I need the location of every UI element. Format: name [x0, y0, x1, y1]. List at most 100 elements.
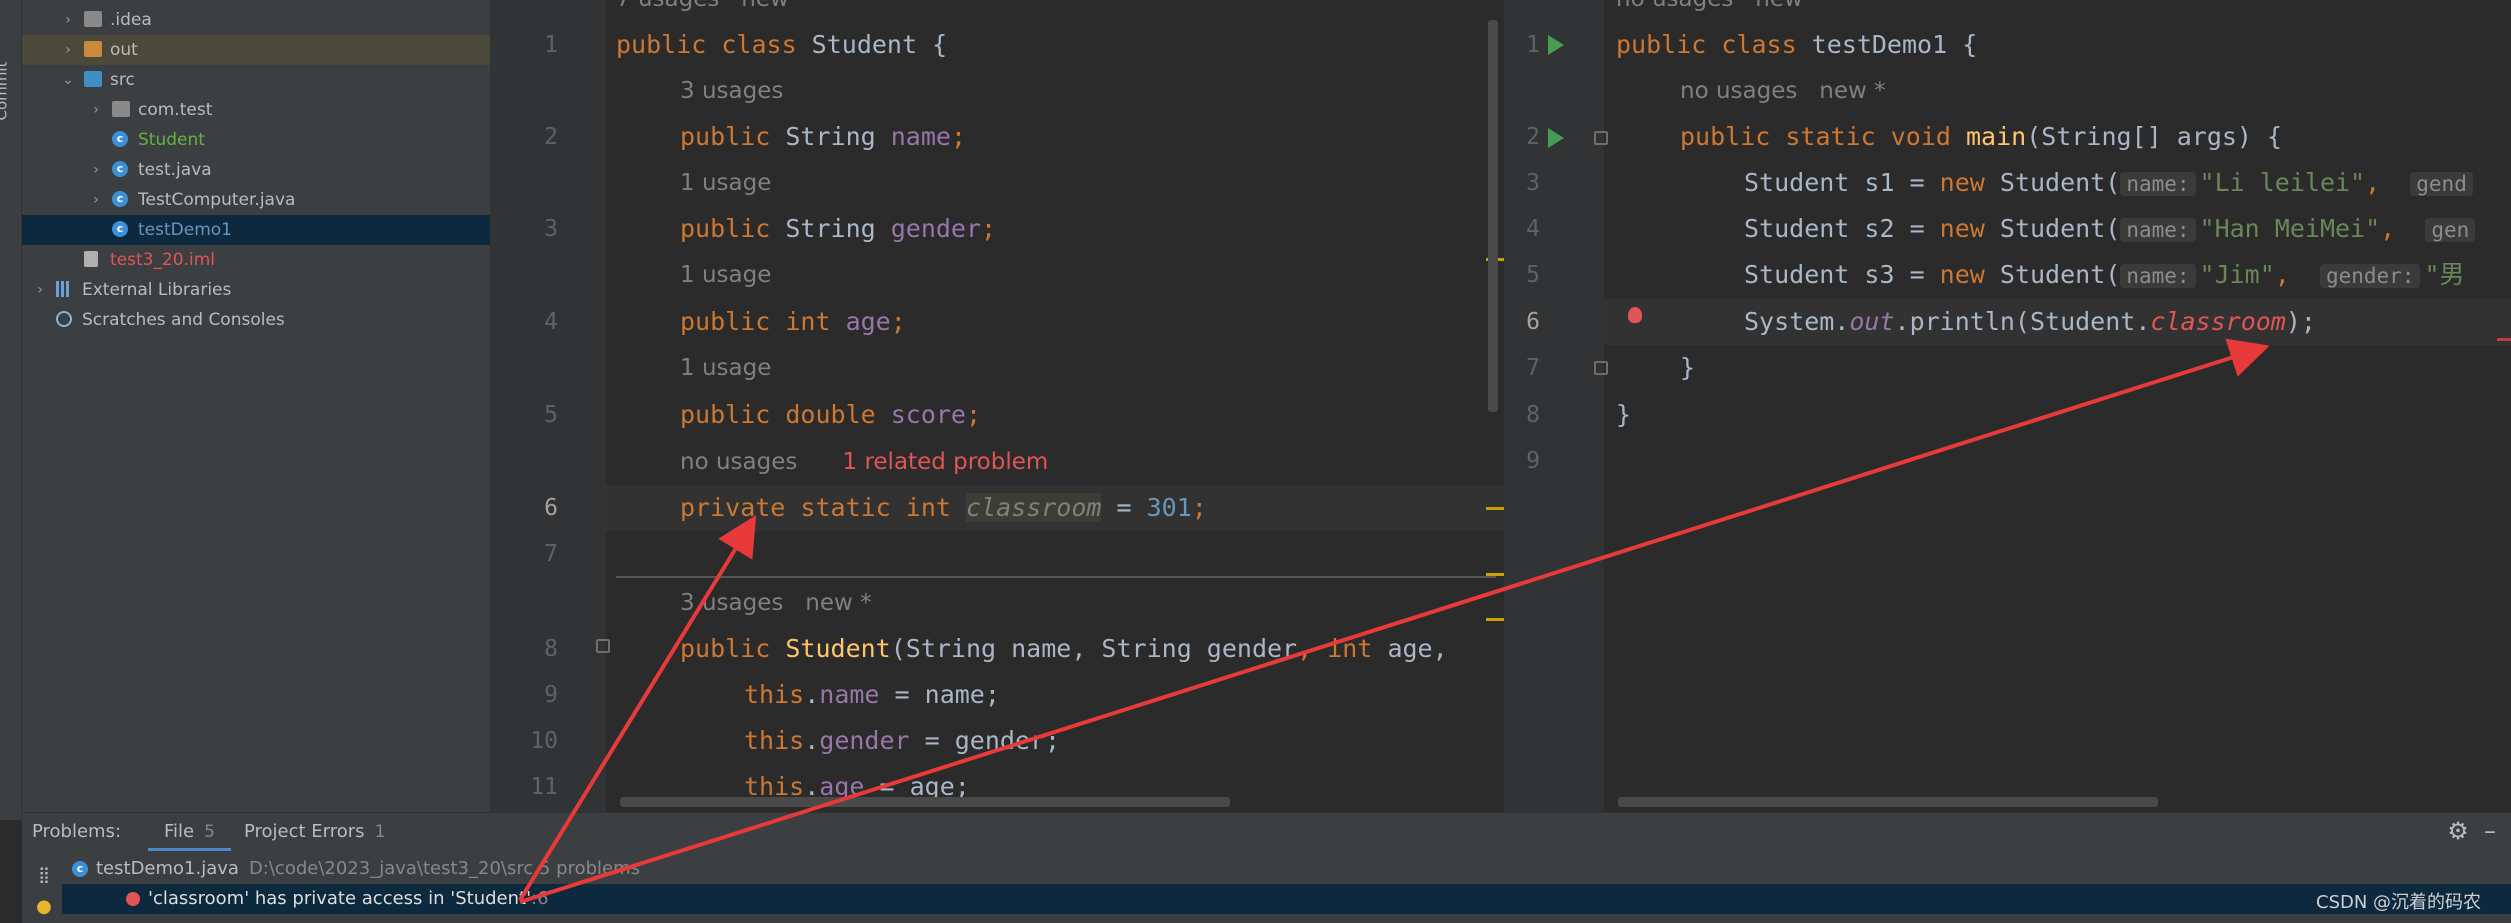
- tree-item[interactable]: › com.test: [22, 95, 490, 125]
- usages-hint[interactable]: no usages new: [1616, 0, 1803, 22]
- tree-item[interactable]: c Student: [22, 125, 490, 155]
- chevron-right-icon[interactable]: ›: [32, 275, 48, 305]
- tree-item[interactable]: › c TestComputer.java: [22, 185, 490, 215]
- chevron-right-icon[interactable]: ›: [88, 95, 104, 125]
- tree-item[interactable]: c testDemo1: [22, 215, 490, 245]
- code-line-3[interactable]: public String gender;: [680, 206, 996, 252]
- semicolon: ;: [965, 400, 982, 429]
- code-line-5[interactable]: Student s3 = new Student(name: "Jim", gen…: [1744, 252, 2465, 298]
- horizontal-scrollbar[interactable]: [620, 797, 1230, 807]
- line-number[interactable]: 7: [518, 531, 558, 577]
- code-line-4[interactable]: Student s2 = new Student(name: "Han MeiMe…: [1744, 206, 2479, 252]
- line-number[interactable]: 7: [1504, 345, 1540, 391]
- usages-hint[interactable]: 1 usage: [680, 252, 771, 298]
- line-number[interactable]: 6: [1504, 299, 1540, 345]
- error-marker[interactable]: [2497, 338, 2511, 341]
- line-number[interactable]: 2: [1504, 114, 1540, 160]
- tree-item[interactable]: test3_20.iml: [22, 245, 490, 275]
- editor-student[interactable]: 7 usages new public class Student { 3 us…: [490, 0, 1504, 812]
- vertical-scrollbar[interactable]: [1488, 20, 1498, 412]
- line-number[interactable]: 8: [518, 626, 558, 672]
- warning-marker[interactable]: [1486, 618, 1504, 621]
- problems-title: Problems:: [32, 821, 122, 842]
- line-number[interactable]: 5: [1504, 252, 1540, 298]
- field-name: name: [819, 680, 880, 709]
- code-line-6[interactable]: private static int classroom = 301;: [680, 485, 1207, 531]
- tree-item[interactable]: Scratches and Consoles: [22, 305, 490, 335]
- usages-hint[interactable]: 3 usages: [680, 68, 783, 114]
- line-number[interactable]: 1: [1504, 22, 1540, 68]
- code-line-3[interactable]: Student s1 = new Student(name: "Li leilei…: [1744, 160, 2477, 206]
- line-number[interactable]: 10: [518, 718, 558, 764]
- horizontal-scrollbar[interactable]: [1618, 797, 2158, 807]
- code-line-9[interactable]: this.name = name;: [744, 672, 1000, 718]
- line-number[interactable]: 6: [518, 485, 558, 531]
- run-icon[interactable]: [1548, 128, 1564, 148]
- commit-tool-tab[interactable]: Commit: [0, 52, 20, 142]
- chevron-right-icon[interactable]: ›: [60, 35, 76, 65]
- warning-marker[interactable]: [1486, 573, 1504, 576]
- problems-file-row[interactable]: c testDemo1.java D:\code\2023_java\test3_2…: [72, 854, 2511, 884]
- declaration: Student s1 =: [1744, 168, 1940, 197]
- chevron-down-icon[interactable]: ⌄: [60, 65, 76, 95]
- code-line-1[interactable]: public class Student {: [616, 22, 947, 68]
- code-line-1[interactable]: public class testDemo1 {: [1616, 22, 1977, 68]
- usages-hint[interactable]: 7 usages new: [616, 0, 789, 22]
- tree-item[interactable]: › out: [22, 35, 490, 65]
- line-number[interactable]: 11: [518, 764, 558, 810]
- line-number[interactable]: 3: [1504, 160, 1540, 206]
- usages-hint[interactable]: no usages new *: [1680, 68, 1886, 114]
- code-line-8[interactable]: }: [1616, 392, 1631, 438]
- warning-marker[interactable]: [1486, 507, 1504, 510]
- usages-hint-line[interactable]: no usages 1 related problem: [680, 438, 1048, 484]
- usages-hint[interactable]: 1 usage: [680, 160, 771, 206]
- editor-testdemo1[interactable]: no usages new public class testDemo1 { n…: [1504, 0, 2511, 812]
- line-number[interactable]: 2: [518, 114, 558, 160]
- fold-icon[interactable]: [596, 639, 610, 653]
- fold-icon[interactable]: [1594, 361, 1608, 375]
- line-number[interactable]: 5: [518, 392, 558, 438]
- no-usages-hint[interactable]: no usages: [680, 449, 797, 475]
- problems-error-row[interactable]: 'classroom' has private access in 'Stude…: [62, 884, 2511, 914]
- code-line-2[interactable]: public String name;: [680, 114, 966, 160]
- code-line-2[interactable]: public static void main(String[] args) {: [1680, 114, 2282, 160]
- line-number[interactable]: 4: [1504, 206, 1540, 252]
- tree-item[interactable]: › c test.java: [22, 155, 490, 185]
- run-icon[interactable]: [1548, 35, 1564, 55]
- minimize-icon[interactable]: –: [2478, 819, 2502, 843]
- semicolon: ;: [890, 307, 906, 336]
- usages-hint[interactable]: 3 usages new *: [680, 580, 872, 626]
- tab-project-errors[interactable]: Project Errors 1: [244, 813, 385, 851]
- tree-item[interactable]: › .idea: [22, 5, 490, 35]
- line-number[interactable]: 9: [1504, 438, 1540, 484]
- dot: .: [804, 726, 820, 755]
- line-number[interactable]: 1: [518, 22, 558, 68]
- code-line-4[interactable]: public int age;: [680, 299, 906, 345]
- tree-item[interactable]: ⌄ src: [22, 65, 490, 95]
- line-number[interactable]: 9: [518, 672, 558, 718]
- comma: ,: [2380, 214, 2426, 243]
- group-icon[interactable]: ⣿: [32, 863, 56, 887]
- bulb-icon[interactable]: ●: [32, 895, 56, 919]
- usages-hint[interactable]: 1 usage: [680, 345, 771, 391]
- code-line-6[interactable]: System.out.println(Student.classroom);: [1744, 299, 2316, 345]
- chevron-right-icon[interactable]: ›: [60, 5, 76, 35]
- line-number[interactable]: 8: [1504, 392, 1540, 438]
- problems-warning-row[interactable]: [126, 915, 426, 923]
- chevron-right-icon[interactable]: ›: [88, 155, 104, 185]
- code-line-5[interactable]: public double score;: [680, 392, 981, 438]
- chevron-right-icon[interactable]: ›: [88, 185, 104, 215]
- code-line-8[interactable]: public Student(String name, String gende…: [680, 626, 1448, 672]
- line-number[interactable]: 4: [518, 299, 558, 345]
- related-problem-link[interactable]: 1 related problem: [843, 449, 1049, 475]
- gear-icon[interactable]: ⚙: [2446, 819, 2470, 843]
- tree-item[interactable]: › External Libraries: [22, 275, 490, 305]
- code-line-7[interactable]: }: [1680, 345, 1695, 391]
- line-number[interactable]: 3: [518, 206, 558, 252]
- code-line-10[interactable]: this.gender = gender;: [744, 718, 1060, 764]
- error-bulb-icon[interactable]: [1628, 307, 1642, 323]
- tab-file[interactable]: File 5: [148, 813, 231, 851]
- private-access-error[interactable]: classroom: [2150, 307, 2285, 336]
- parameters: (String name, String gender: [890, 634, 1298, 663]
- fold-icon[interactable]: [1594, 131, 1608, 145]
